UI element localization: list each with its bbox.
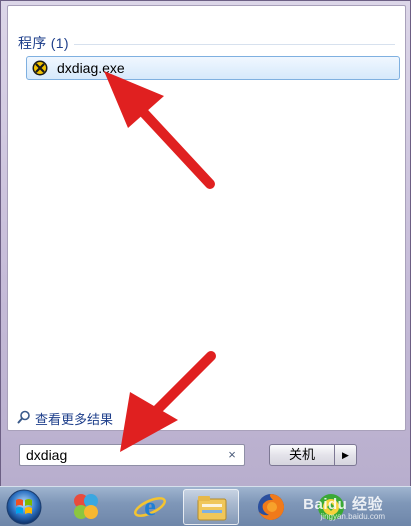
watermark-subtext: jingyan.baidu.com	[320, 512, 385, 521]
directx-icon	[32, 60, 48, 76]
search-icon	[17, 410, 31, 424]
shutdown-button[interactable]: 关机	[269, 444, 335, 466]
start-menu: 程序 (1) dxdiag.exe 查看更多结果 × 关机	[0, 0, 411, 488]
see-more-label: 查看更多结果	[35, 412, 114, 427]
taskbar-file-explorer[interactable]	[183, 489, 239, 525]
result-label: dxdiag.exe	[57, 60, 125, 76]
shutdown-options-arrow-icon[interactable]: ▶	[335, 444, 357, 466]
internet-explorer-icon: e	[134, 492, 166, 521]
file-explorer-icon	[197, 496, 227, 521]
svg-text:e: e	[144, 492, 156, 521]
color-app-icon	[74, 494, 98, 519]
group-divider	[74, 44, 395, 45]
taskbar-internet-explorer[interactable]: e	[122, 489, 178, 525]
taskbar-color-app[interactable]	[58, 489, 114, 525]
clear-search-icon[interactable]: ×	[225, 447, 239, 463]
result-item-dxdiag[interactable]: dxdiag.exe	[26, 56, 400, 80]
programs-group-header: 程序 (1)	[18, 35, 69, 51]
taskbar-firefox[interactable]	[243, 489, 299, 525]
start-orb-icon[interactable]	[4, 488, 44, 526]
start-search-box[interactable]: ×	[19, 444, 245, 466]
search-input[interactable]	[26, 447, 216, 463]
search-results-pane: 程序 (1) dxdiag.exe	[7, 5, 406, 431]
watermark-text: Baidu 经验	[303, 496, 383, 513]
firefox-icon	[258, 494, 284, 520]
taskbar: e Baidu 经验 jingyan.baidu.com	[0, 486, 411, 526]
